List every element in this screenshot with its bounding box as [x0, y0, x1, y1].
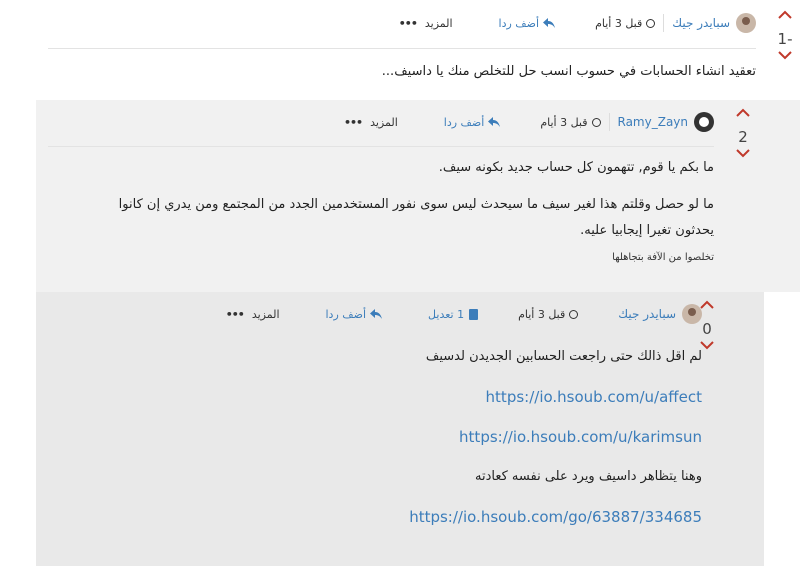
- avatar[interactable]: [736, 13, 756, 33]
- post-3: 0 سبايدر جيك قبل 3 أيام 1 تعديل أضف ردا …: [36, 292, 764, 566]
- downvote-icon[interactable]: [770, 50, 800, 68]
- vote-widget: 2: [728, 108, 758, 166]
- more-icon: •••: [225, 307, 245, 321]
- clock-icon: [646, 18, 656, 28]
- upvote-icon[interactable]: [770, 10, 800, 28]
- more-button[interactable]: المزيد •••: [344, 116, 398, 129]
- time-text: قبل 3 أيام: [518, 307, 566, 321]
- signature: تخلصوا من الآفة بتجاهلها: [612, 252, 714, 264]
- post-1: -1 سبايدر جيك قبل 3 أيام أضف ردا المزيد •…: [36, 0, 800, 100]
- more-icon: •••: [398, 16, 418, 30]
- reply-icon: [488, 117, 501, 127]
- vote-widget: -1: [770, 10, 800, 68]
- more-icon: •••: [344, 115, 363, 129]
- more-label: المزيد: [424, 16, 453, 30]
- divider: [48, 48, 756, 49]
- post-meta: سبايدر جيك قبل 3 أيام أضف ردا المزيد •••: [399, 12, 756, 34]
- divider: [48, 146, 714, 147]
- reply-icon: [543, 18, 556, 28]
- author-link[interactable]: سبايدر جيك: [672, 16, 730, 30]
- post-body: ما بكم يا قوم, تتهمون كل حساب جديد بكونه…: [56, 158, 714, 266]
- vote-count: -1: [777, 30, 793, 48]
- post-line: لم اقل ذالك حتى راجعت الحسابين الجديدن ل…: [425, 349, 702, 364]
- post-paragraph: ما بكم يا قوم, تتهمون كل حساب جديد بكونه…: [438, 160, 714, 175]
- post-paragraph: ما لو حصل وقلتم هذا لغير سيف ما سيحدث لي…: [118, 197, 714, 213]
- post-text: تعقيد انشاء الحسابات في حسوب انسب حل للت…: [381, 64, 756, 79]
- post-meta: سبايدر جيك قبل 3 أيام 1 تعديل أضف ردا ال…: [226, 303, 702, 325]
- more-button[interactable]: المزيد •••: [226, 308, 280, 321]
- clock-icon: [591, 117, 601, 127]
- profile-link[interactable]: https://io.hsoub.com/u/affect: [486, 388, 702, 406]
- timestamp: قبل 3 أيام: [518, 307, 579, 321]
- reply-button[interactable]: أضف ردا: [444, 116, 501, 129]
- post-paragraph: يحدثون تغيرا إيجابيا عليه.: [580, 223, 714, 239]
- reply-label: أضف ردا: [325, 307, 367, 321]
- avatar[interactable]: [694, 112, 714, 132]
- post-meta: Ramy_Zayn قبل 3 أيام أضف ردا المزيد •••: [344, 111, 714, 133]
- edit-count[interactable]: 1 تعديل: [428, 307, 479, 321]
- reply-button[interactable]: أضف ردا: [326, 308, 383, 321]
- author-link[interactable]: Ramy_Zayn: [618, 115, 689, 129]
- avatar[interactable]: [682, 304, 702, 324]
- reply-button[interactable]: أضف ردا: [499, 17, 556, 30]
- divider: [663, 14, 665, 32]
- post-2: 2 Ramy_Zayn قبل 3 أيام أضف ردا المزيد •••…: [36, 100, 800, 292]
- vote-count: 2: [738, 128, 748, 146]
- more-label: المزيد: [370, 115, 398, 129]
- post-link[interactable]: https://io.hsoub.com/go/63887/334685: [409, 508, 702, 526]
- more-label: المزيد: [251, 307, 280, 321]
- time-text: قبل 3 أيام: [540, 115, 588, 129]
- timestamp: قبل 3 أيام: [595, 16, 656, 30]
- downvote-icon[interactable]: [728, 148, 758, 166]
- profile-link[interactable]: https://io.hsoub.com/u/karimsun: [459, 428, 702, 446]
- reply-label: أضف ردا: [498, 16, 540, 30]
- reply-icon: [370, 309, 383, 319]
- upvote-icon[interactable]: [728, 108, 758, 126]
- post-body: تعقيد انشاء الحسابات في حسوب انسب حل للت…: [48, 62, 756, 82]
- author-link[interactable]: سبايدر جيك: [618, 307, 676, 321]
- book-icon: [469, 308, 479, 320]
- more-button[interactable]: المزيد •••: [399, 17, 453, 30]
- edit-label: 1 تعديل: [428, 307, 465, 321]
- reply-label: أضف ردا: [443, 115, 485, 129]
- time-text: قبل 3 أيام: [595, 16, 643, 30]
- clock-icon: [569, 309, 579, 319]
- divider: [608, 113, 610, 131]
- timestamp: قبل 3 أيام: [540, 115, 601, 129]
- post-line: وهنا يتظاهر داسيف ويرد على نفسه كعادته: [475, 469, 702, 484]
- post-body: لم اقل ذالك حتى راجعت الحسابين الجديدن ل…: [56, 350, 702, 550]
